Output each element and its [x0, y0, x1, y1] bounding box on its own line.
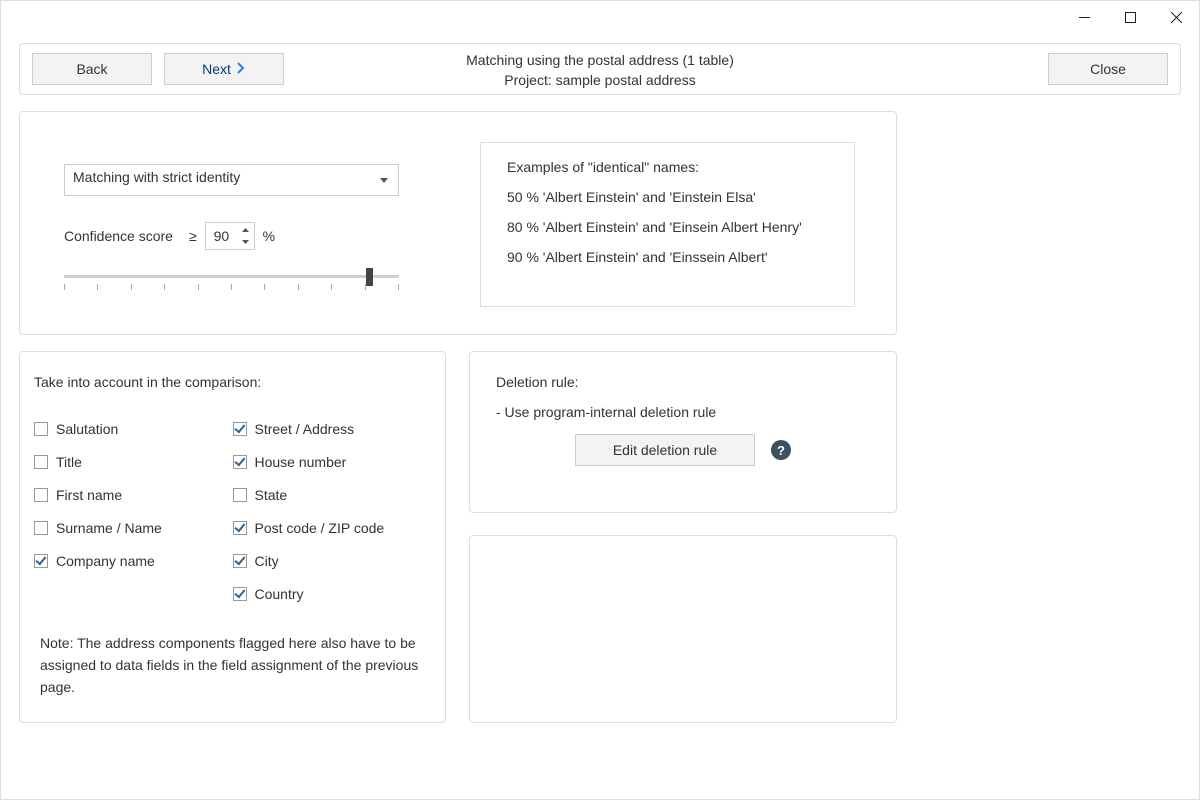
slider-track — [64, 275, 399, 278]
matching-controls: Matching with strict identity Confidence… — [64, 164, 454, 296]
checkbox-row: First name — [34, 478, 233, 511]
close-button-label: Close — [1090, 61, 1126, 77]
checkbox-row: Title — [34, 445, 233, 478]
wizard-title: Matching using the postal address (1 tab… — [466, 50, 734, 90]
window-controls — [1061, 1, 1199, 33]
examples-heading: Examples of "identical" names: — [507, 159, 828, 175]
checkbox-row: Country — [233, 577, 432, 610]
checkbox-label: Post code / ZIP code — [255, 520, 385, 536]
content-area: Matching with strict identity Confidence… — [19, 111, 1181, 781]
checkbox-salutation[interactable] — [34, 422, 48, 436]
deletion-actions: Edit deletion rule ? — [496, 434, 870, 466]
checkbox-row: State — [233, 478, 432, 511]
spinner-up-icon[interactable] — [240, 224, 252, 236]
checkbox-street[interactable] — [233, 422, 247, 436]
checkbox-housenumber[interactable] — [233, 455, 247, 469]
checkbox-row: Street / Address — [233, 412, 432, 445]
comparison-columns: Salutation Title First name Surname / Na… — [34, 412, 431, 610]
spinner-down-icon[interactable] — [240, 236, 252, 248]
edit-deletion-rule-label: Edit deletion rule — [613, 442, 717, 458]
wizard-header: Back Next Matching using the postal addr… — [19, 43, 1181, 95]
checkbox-state[interactable] — [233, 488, 247, 502]
checkbox-row: City — [233, 544, 432, 577]
checkbox-label: State — [255, 487, 288, 503]
confidence-label: Confidence score — [64, 228, 173, 244]
minimize-button[interactable] — [1061, 1, 1107, 33]
checkbox-row: Post code / ZIP code — [233, 511, 432, 544]
checkbox-label: Street / Address — [255, 421, 355, 437]
examples-box: Examples of "identical" names: 50 % 'Alb… — [480, 142, 855, 307]
deletion-panel: Deletion rule: - Use program-internal de… — [469, 351, 897, 513]
matching-mode-value: Matching with strict identity — [73, 169, 240, 185]
checkbox-row: Company name — [34, 544, 233, 577]
checkbox-label: Salutation — [56, 421, 118, 437]
checkbox-postcode[interactable] — [233, 521, 247, 535]
help-symbol: ? — [777, 443, 785, 458]
percent-label: % — [263, 228, 275, 244]
checkbox-label: Company name — [56, 553, 155, 569]
checkbox-row: House number — [233, 445, 432, 478]
next-button-label: Next — [202, 61, 231, 77]
back-button[interactable]: Back — [32, 53, 152, 85]
confidence-slider[interactable] — [64, 272, 399, 296]
confidence-row: Confidence score ≥ 90 % — [64, 222, 454, 250]
deletion-heading: Deletion rule: — [496, 374, 870, 390]
slider-ticks — [64, 284, 399, 290]
comparison-note: Note: The address components flagged her… — [34, 632, 431, 698]
window-close-button[interactable] — [1153, 1, 1199, 33]
checkbox-company[interactable] — [34, 554, 48, 568]
maximize-button[interactable] — [1107, 1, 1153, 33]
spinner-arrows — [240, 224, 252, 248]
help-icon[interactable]: ? — [771, 440, 791, 460]
example-row: 50 % 'Albert Einstein' and 'Einstein Els… — [507, 189, 828, 205]
empty-panel — [469, 535, 897, 723]
wizard-title-line2: Project: sample postal address — [466, 70, 734, 90]
matching-mode-select[interactable]: Matching with strict identity — [64, 164, 399, 196]
checkbox-row: Salutation — [34, 412, 233, 445]
checkbox-city[interactable] — [233, 554, 247, 568]
checkbox-label: City — [255, 553, 279, 569]
comparison-col-left: Salutation Title First name Surname / Na… — [34, 412, 233, 610]
checkbox-firstname[interactable] — [34, 488, 48, 502]
chevron-right-icon — [237, 61, 246, 77]
checkbox-label: Surname / Name — [56, 520, 162, 536]
checkbox-label: Country — [255, 586, 304, 602]
deletion-rule-text: - Use program-internal deletion rule — [496, 404, 870, 420]
edit-deletion-rule-button[interactable]: Edit deletion rule — [575, 434, 755, 466]
checkbox-label: First name — [56, 487, 122, 503]
dialog-window: Back Next Matching using the postal addr… — [0, 0, 1200, 800]
checkbox-row: Surname / Name — [34, 511, 233, 544]
next-button[interactable]: Next — [164, 53, 284, 85]
back-button-label: Back — [76, 61, 107, 77]
wizard-title-line1: Matching using the postal address (1 tab… — [466, 50, 734, 70]
example-row: 90 % 'Albert Einstein' and 'Einssein Alb… — [507, 249, 828, 265]
confidence-spinner[interactable]: 90 — [205, 222, 255, 250]
confidence-value: 90 — [214, 228, 230, 244]
comparison-panel: Take into account in the comparison: Sal… — [19, 351, 446, 723]
matching-panel: Matching with strict identity Confidence… — [19, 111, 897, 335]
checkbox-label: Title — [56, 454, 82, 470]
example-row: 80 % 'Albert Einstein' and 'Einsein Albe… — [507, 219, 828, 235]
ge-symbol: ≥ — [189, 228, 197, 244]
checkbox-title[interactable] — [34, 455, 48, 469]
comparison-heading: Take into account in the comparison: — [34, 374, 431, 390]
close-button[interactable]: Close — [1048, 53, 1168, 85]
checkbox-country[interactable] — [233, 587, 247, 601]
checkbox-label: House number — [255, 454, 347, 470]
checkbox-surname[interactable] — [34, 521, 48, 535]
comparison-col-right: Street / Address House number State Post… — [233, 412, 432, 610]
